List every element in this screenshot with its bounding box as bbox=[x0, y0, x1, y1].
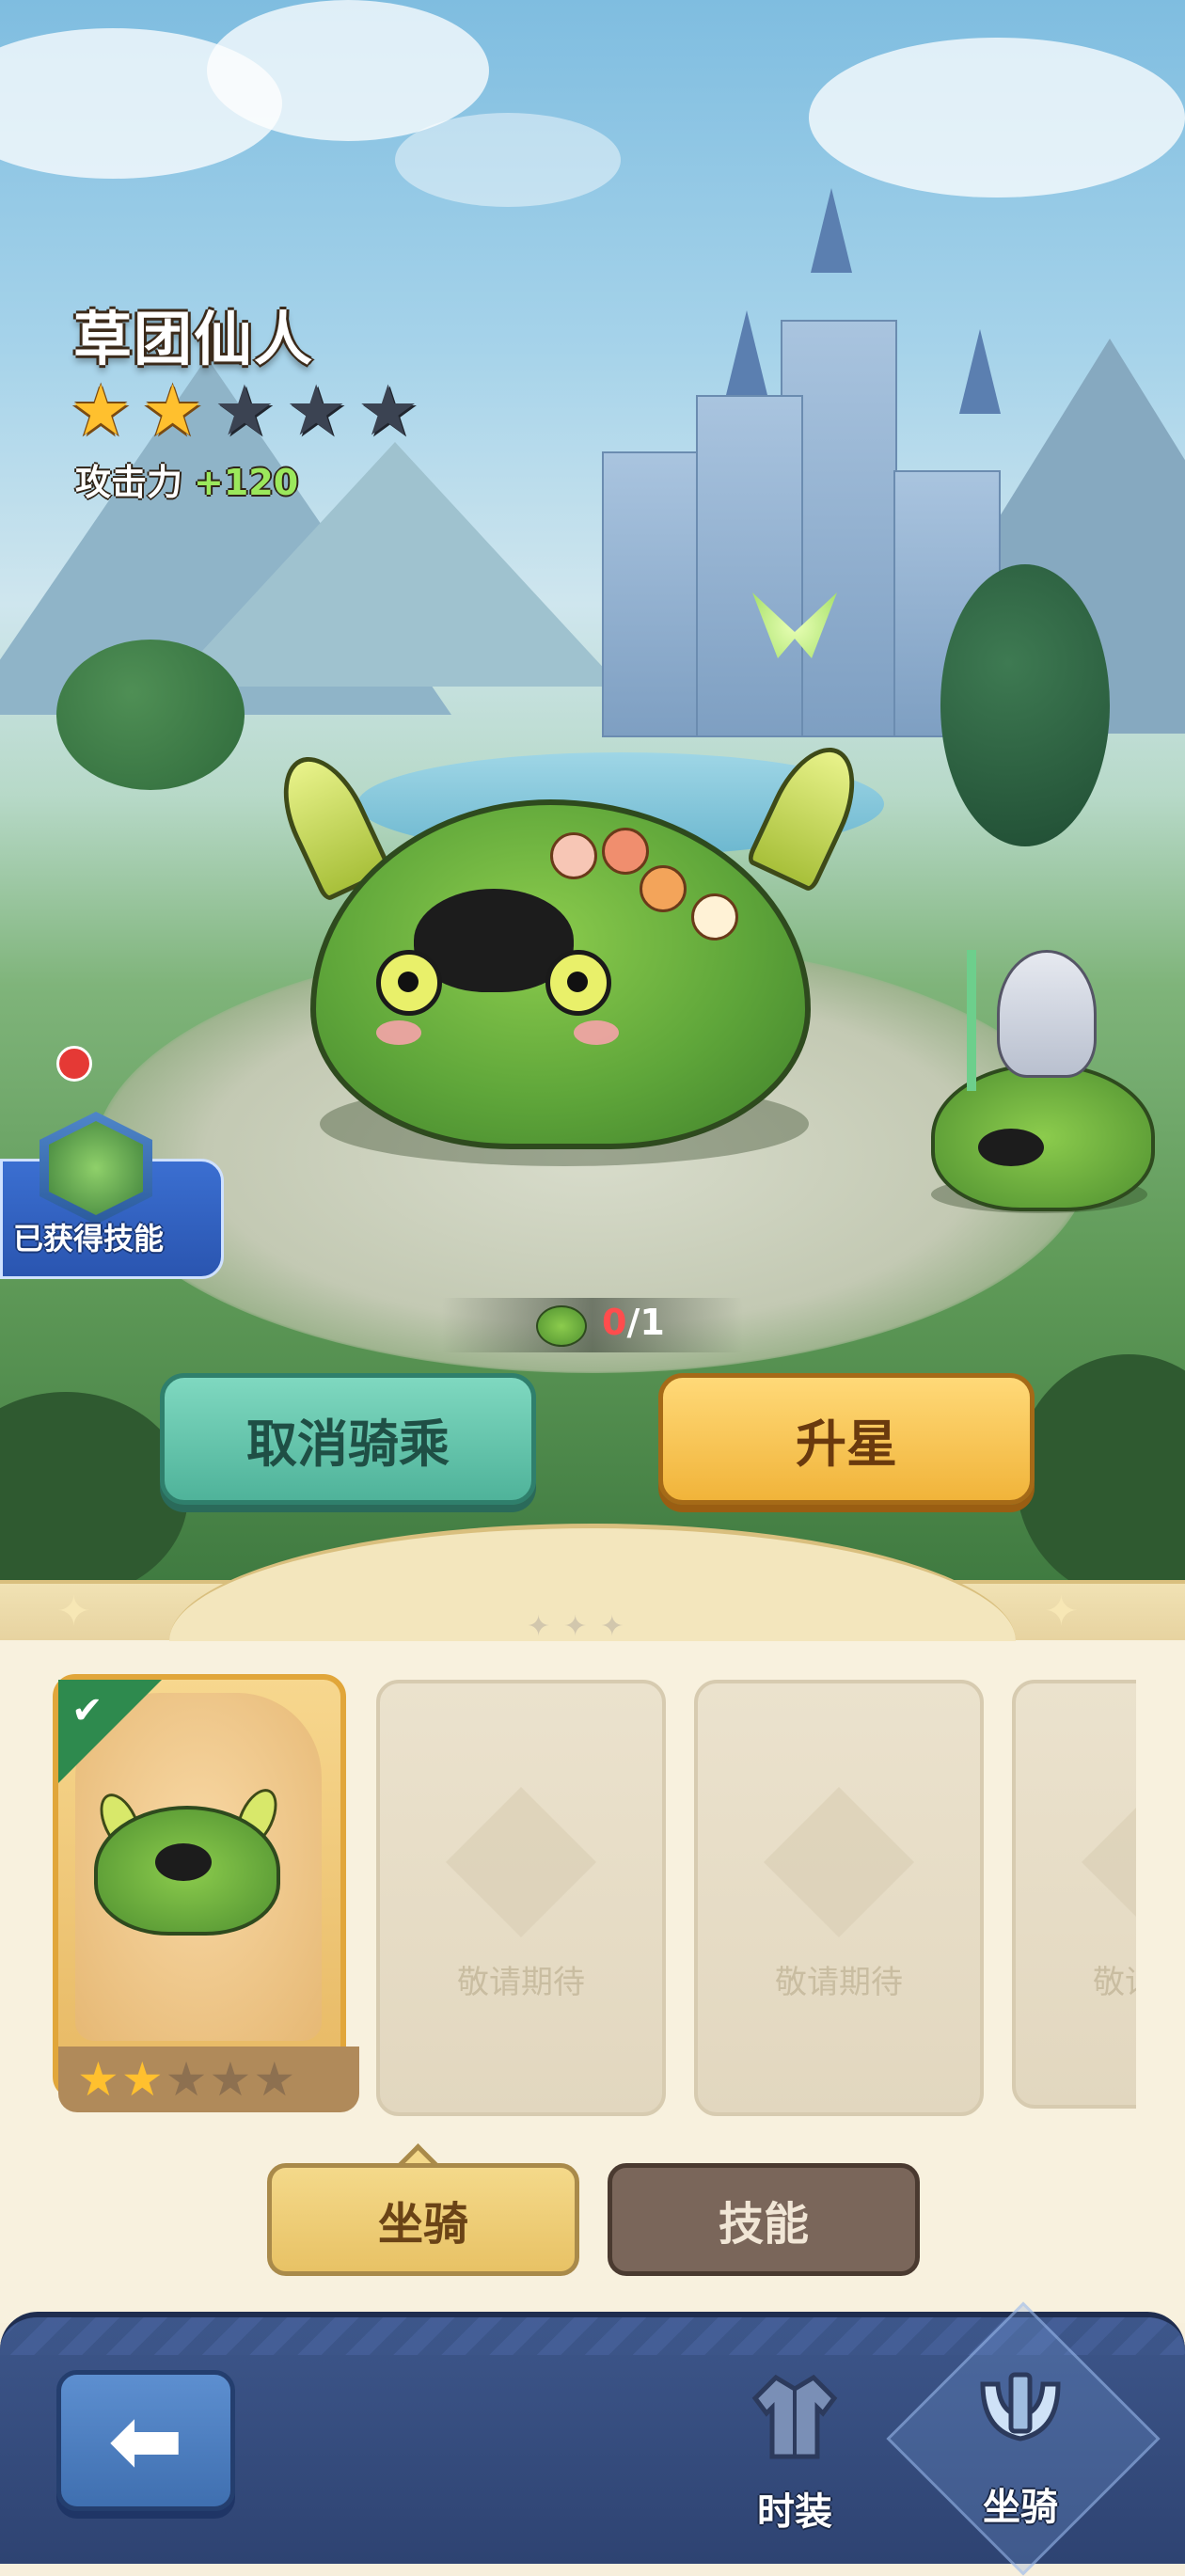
star-empty-icon: ★ bbox=[253, 2052, 296, 2107]
mount-card-locked[interactable]: 敬请期待 bbox=[376, 1680, 666, 2116]
back-button[interactable]: ⬅ bbox=[56, 2370, 235, 2511]
flower-icon bbox=[550, 832, 597, 879]
star-filled-icon: ★ bbox=[70, 371, 133, 451]
coming-soon-label: 敬请期待 bbox=[775, 1964, 903, 2001]
card-monster-mouth bbox=[155, 1843, 212, 1881]
coming-soon-label: 敬请期待 bbox=[457, 1964, 585, 2001]
fragment-icon bbox=[536, 1305, 587, 1347]
star-empty-icon: ★ bbox=[209, 2052, 252, 2107]
castle-roof bbox=[811, 188, 852, 273]
star-empty-icon: ★ bbox=[356, 371, 419, 451]
sparkle-icon: ✦ bbox=[1044, 1588, 1079, 1636]
monster-eye-left bbox=[376, 950, 442, 1016]
placeholder-emblem-icon bbox=[764, 1787, 914, 1937]
star-filled-icon: ★ bbox=[141, 371, 204, 451]
castle-roof bbox=[959, 329, 1001, 414]
nav-item-mount[interactable]: 坐骑 bbox=[950, 2365, 1091, 2529]
star-rating: ★ ★ ★ ★ ★ bbox=[70, 376, 419, 446]
mount-card-locked[interactable]: 敬请期待 bbox=[1012, 1680, 1136, 2109]
mount-card-locked[interactable]: 敬请期待 bbox=[694, 1680, 984, 2116]
star-empty-icon: ★ bbox=[285, 371, 348, 451]
card-star-rating: ★ ★ ★ ★ ★ bbox=[58, 2047, 359, 2112]
acquired-skill-label: 已获得技能 bbox=[13, 1221, 165, 1256]
nav-label-outfit: 时装 bbox=[757, 2490, 832, 2534]
nav-item-outfit[interactable]: 时装 bbox=[724, 2370, 865, 2534]
fragment-count: 0/1 bbox=[602, 1302, 665, 1343]
attack-value: +120 bbox=[194, 462, 299, 503]
flower-icon bbox=[602, 828, 649, 875]
upgrade-star-button[interactable]: 升星 bbox=[658, 1373, 1035, 1505]
castle-tower bbox=[696, 395, 803, 737]
cancel-ride-button[interactable]: 取消骑乘 bbox=[160, 1373, 536, 1505]
notification-dot bbox=[56, 1046, 92, 1082]
tree bbox=[56, 640, 245, 790]
placeholder-emblem-icon bbox=[446, 1787, 596, 1937]
sparkle-icon: ✦ bbox=[56, 1588, 91, 1636]
flower-icon bbox=[691, 893, 738, 940]
tab-skill[interactable]: 技能 bbox=[608, 2163, 920, 2276]
small-mount bbox=[931, 1063, 1155, 1211]
star-filled-icon: ★ bbox=[77, 2052, 119, 2107]
cloud bbox=[395, 113, 621, 207]
mount-name: 草团仙人 bbox=[73, 305, 315, 373]
attack-stat: 攻击力 +120 bbox=[75, 453, 298, 505]
small-mount-mouth bbox=[978, 1129, 1044, 1166]
flower-icon bbox=[640, 865, 687, 912]
castle-roof bbox=[726, 310, 767, 395]
tree bbox=[940, 564, 1110, 846]
trident-icon bbox=[967, 950, 976, 1091]
monster-blush bbox=[574, 1020, 619, 1045]
saddle-icon bbox=[980, 2372, 1061, 2442]
star-empty-icon: ★ bbox=[165, 2052, 208, 2107]
fragment-counter bbox=[442, 1298, 743, 1352]
monster-blush bbox=[376, 1020, 421, 1045]
monster-eye-right bbox=[545, 950, 611, 1016]
star-filled-icon: ★ bbox=[120, 2052, 164, 2107]
arrow-left-icon: ⬅ bbox=[107, 2388, 184, 2493]
attack-label: 攻击力 bbox=[75, 462, 183, 503]
check-icon: ✔ bbox=[71, 1689, 103, 1732]
placeholder-emblem-icon bbox=[1082, 1787, 1136, 1937]
mount-card-clip: 敬请期待 bbox=[1012, 1680, 1136, 2109]
sparkle-icon: ✦✦✦ bbox=[527, 1610, 638, 1643]
nav-label-mount: 坐骑 bbox=[983, 2486, 1058, 2529]
star-empty-icon: ★ bbox=[213, 371, 276, 451]
tree bbox=[1016, 1354, 1185, 1589]
tab-mount[interactable]: 坐骑 bbox=[267, 2163, 579, 2276]
cloud bbox=[809, 38, 1185, 198]
rider-character bbox=[997, 950, 1097, 1078]
outfit-icon bbox=[751, 2374, 838, 2459]
coming-soon-label: 敬请期待 bbox=[1093, 1964, 1136, 2001]
